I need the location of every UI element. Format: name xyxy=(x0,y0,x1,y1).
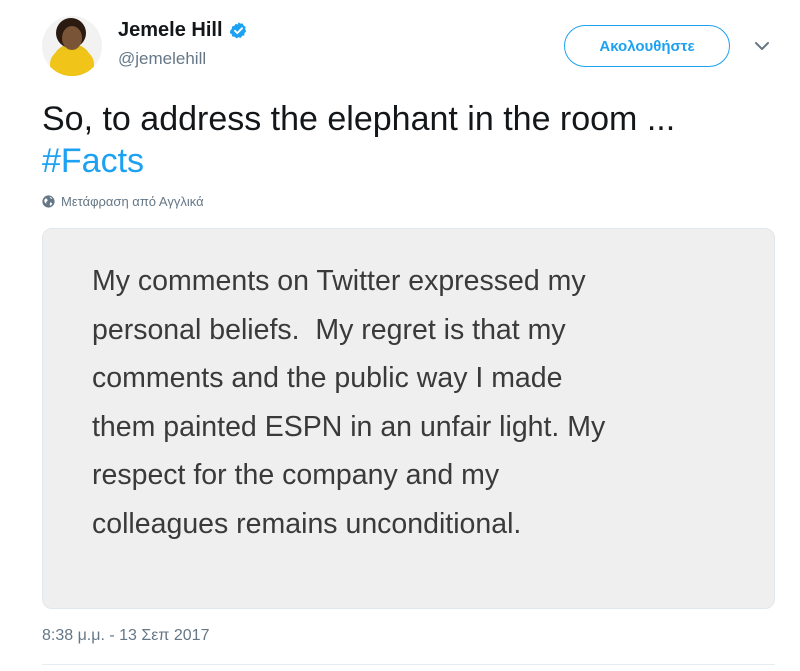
globe-icon xyxy=(42,195,55,208)
statement-line: them painted ESPN in an unfair light. My xyxy=(92,410,606,443)
statement-line: respect for the company and my xyxy=(92,459,500,491)
statement-text: My comments on Twitter expressed my pers… xyxy=(92,257,752,548)
chevron-down-icon[interactable] xyxy=(754,40,770,52)
tweet: Jemele Hill @jemelehill Ακολουθήστε So, … xyxy=(0,0,800,671)
verified-badge-icon xyxy=(229,22,246,39)
attached-statement-image[interactable]: My comments on Twitter expressed my pers… xyxy=(42,228,775,609)
avatar-shirt xyxy=(50,50,94,76)
author-display-name[interactable]: Jemele Hill xyxy=(118,19,223,42)
tweet-text: So, to address the elephant in the room … xyxy=(42,98,782,182)
tweet-text-line: So, to address the elephant in the room … xyxy=(42,100,676,138)
author-name-row: Jemele Hill xyxy=(118,19,248,42)
hashtag-link[interactable]: #Facts xyxy=(42,140,782,182)
avatar-face xyxy=(62,26,82,50)
translate-label: Μετάφραση από Αγγλικά xyxy=(61,194,204,209)
statement-line: comments and the public way I made xyxy=(92,362,563,394)
statement-line: My comments on Twitter expressed my xyxy=(92,265,586,297)
divider xyxy=(42,664,775,665)
tweet-timestamp[interactable]: 8:38 μ.μ. - 13 Σεπ 2017 xyxy=(42,627,209,645)
author-handle[interactable]: @jemelehill xyxy=(118,49,206,69)
avatar[interactable] xyxy=(42,16,102,76)
translate-tweet-link[interactable]: Μετάφραση από Αγγλικά xyxy=(42,194,204,209)
statement-line: colleagues remains unconditional. xyxy=(92,507,522,540)
follow-button[interactable]: Ακολουθήστε xyxy=(564,25,730,67)
statement-line: personal beliefs. My regret is that my xyxy=(92,313,566,346)
